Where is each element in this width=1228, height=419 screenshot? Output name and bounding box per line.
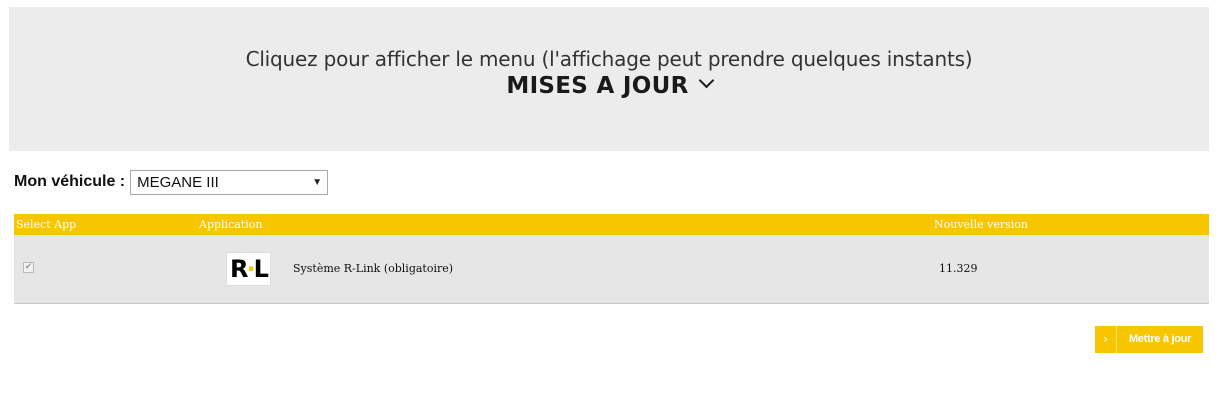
update-button[interactable]: › Mettre à jour — [1095, 326, 1203, 353]
updates-menu-toggle[interactable]: MISES A JOUR — [9, 72, 1209, 99]
vehicle-label: Mon véhicule : — [14, 173, 126, 190]
r-link-logo: R·L — [226, 252, 271, 286]
menu-banner: Cliquez pour afficher le menu (l'afficha… — [9, 7, 1209, 151]
vehicle-select[interactable]: MEGANE III ▼ — [130, 169, 329, 195]
column-header-select-app: Select App — [16, 218, 77, 231]
app-name: Système R-Link (obligatoire) — [293, 262, 454, 275]
update-button-label: Mettre à jour — [1128, 333, 1192, 345]
app-version: 11.329 — [939, 262, 978, 275]
column-header-application: Application — [199, 218, 263, 231]
select-app-checkbox[interactable]: ✔ — [23, 262, 34, 273]
menu-title: MISES A JOUR — [506, 73, 689, 99]
chevron-down-icon — [698, 72, 714, 89]
vehicle-selected-value: MEGANE III — [137, 173, 219, 191]
menu-hint-text: Cliquez pour afficher le menu (l'afficha… — [245, 47, 973, 71]
vehicle-selector-row: Mon véhicule : MEGANE III ▼ — [14, 168, 329, 196]
table-header: Select App Application Nouvelle version — [14, 214, 1209, 235]
table-row: ✔ R·L Système R-Link (obligatoire) 11.32… — [14, 235, 1209, 304]
apps-table: Select App Application Nouvelle version … — [14, 214, 1209, 304]
chevron-right-icon: › — [1095, 326, 1117, 353]
dropdown-arrow-icon: ▼ — [312, 176, 323, 188]
column-header-new-version: Nouvelle version — [934, 218, 1028, 231]
